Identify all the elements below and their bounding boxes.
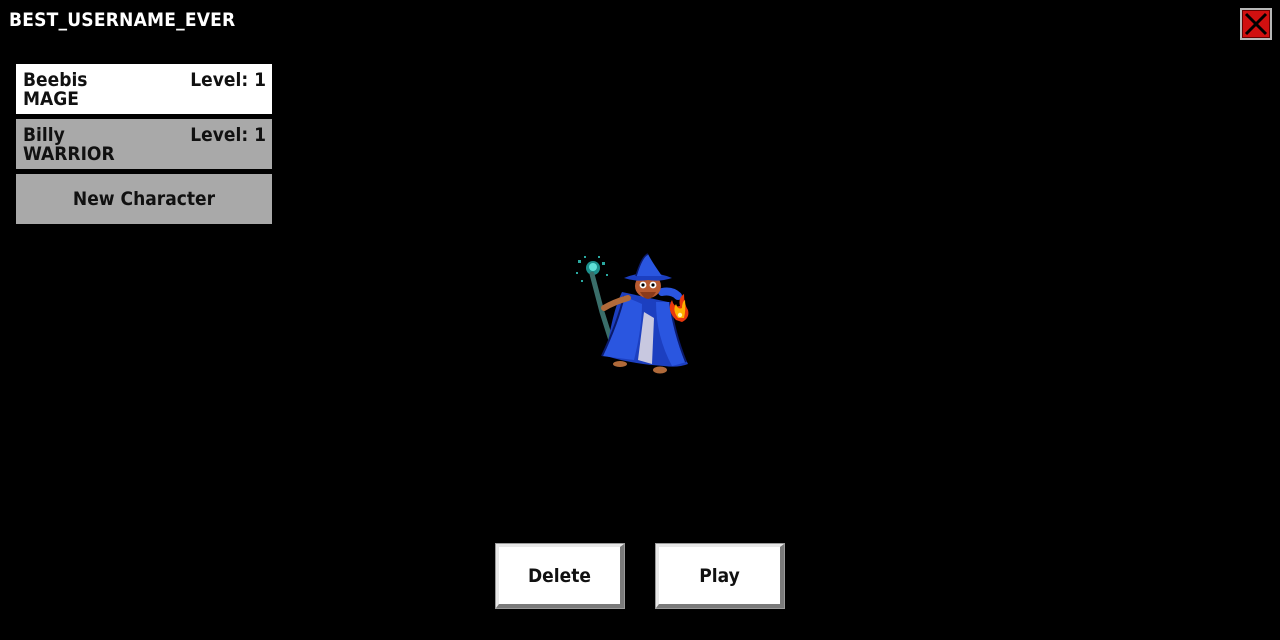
character-list: Beebis MAGE Level: 1 Billy WARRIOR Level… xyxy=(16,64,272,224)
character-name: Billy xyxy=(23,124,65,146)
character-class: WARRIOR xyxy=(23,143,115,165)
character-level: Level: 1 xyxy=(190,124,266,146)
username-label: BEST_USERNAME_EVER xyxy=(9,9,236,31)
play-button[interactable]: Play xyxy=(655,543,785,609)
character-class: MAGE xyxy=(23,88,79,110)
character-select-screen: BEST_USERNAME_EVER Beebis MAGE Level: 1 … xyxy=(0,0,1280,640)
character-name: Beebis xyxy=(23,69,88,91)
character-level: Level: 1 xyxy=(190,69,266,91)
mage-sprite xyxy=(576,253,689,374)
close-button[interactable] xyxy=(1240,8,1272,40)
character-slot-beebis[interactable]: Beebis MAGE Level: 1 xyxy=(16,64,272,114)
close-icon xyxy=(1244,12,1268,36)
character-slot-billy[interactable]: Billy WARRIOR Level: 1 xyxy=(16,119,272,169)
new-character-button[interactable]: New Character xyxy=(16,174,272,224)
delete-button[interactable]: Delete xyxy=(495,543,625,609)
